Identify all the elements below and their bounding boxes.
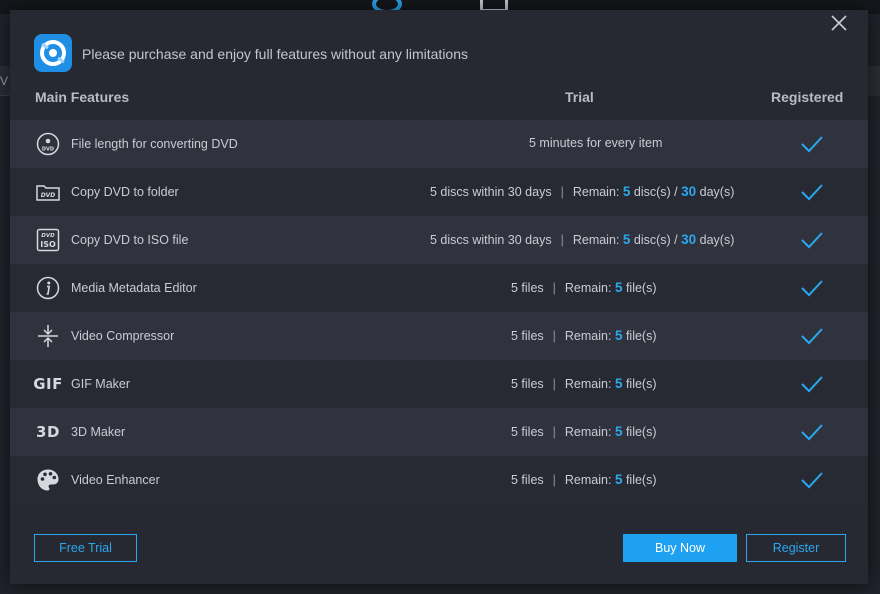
- separator: |: [552, 329, 556, 343]
- remain-label: Remain:: [572, 233, 620, 247]
- remain-label: Remain:: [564, 377, 612, 391]
- svg-text:DVD: DVD: [42, 147, 54, 153]
- column-trial: Trial: [565, 89, 594, 105]
- feature-name: Video Enhancer: [71, 473, 160, 487]
- remain-label: Remain:: [564, 425, 612, 439]
- remain-files-count: 5: [614, 280, 623, 295]
- feature-row: DVD File length for converting DVD 5 minut…: [10, 120, 868, 168]
- compress-icon: [35, 324, 61, 348]
- trial-limit-text: 5 discs within 30 days: [430, 233, 552, 247]
- discs-unit: disc(s) /: [633, 233, 678, 247]
- separator: |: [552, 281, 556, 295]
- files-unit: file(s): [625, 281, 657, 295]
- separator: |: [552, 425, 556, 439]
- remain-label: Remain:: [564, 329, 612, 343]
- remain-files-count: 5: [614, 376, 623, 391]
- feature-row: GIF GIF Maker 5 files | Remain: 5 file(s): [10, 360, 868, 408]
- feature-name: Media Metadata Editor: [71, 281, 197, 295]
- remain-label: Remain:: [564, 281, 612, 295]
- trial-limit-text: 5 files: [511, 377, 544, 391]
- svg-text:ISO: ISO: [40, 240, 56, 249]
- checkmark-icon: [800, 231, 824, 249]
- purchase-dialog: Please purchase and enjoy full features …: [10, 10, 868, 584]
- feature-name: Video Compressor: [71, 329, 175, 343]
- svg-text:DVD: DVD: [41, 192, 56, 199]
- background-left-text: V: [0, 74, 9, 88]
- checkmark-icon: [800, 279, 824, 297]
- checkmark-icon: [800, 375, 824, 393]
- days-unit: day(s): [699, 233, 735, 247]
- remain-label: Remain:: [564, 473, 612, 487]
- files-unit: file(s): [625, 329, 657, 343]
- remain-discs-count: 5: [622, 184, 631, 199]
- background-right-strip: [868, 66, 880, 96]
- dvd-disc-icon: DVD: [35, 132, 61, 156]
- feature-name: Copy DVD to ISO file: [71, 233, 189, 247]
- feature-row: 3D 3D Maker 5 files | Remain: 5 file(s): [10, 408, 868, 456]
- feature-row: Video Compressor 5 files | Remain: 5 file(s…: [10, 312, 868, 360]
- dvd-iso-icon: DVD ISO: [35, 228, 61, 252]
- icon-text: GIF: [33, 375, 63, 393]
- trial-limit-text: 5 discs within 30 days: [430, 185, 552, 199]
- checkmark-icon: [800, 135, 824, 153]
- features-table: DVD File length for converting DVD 5 minut…: [10, 120, 868, 504]
- column-main-features: Main Features: [35, 89, 130, 105]
- gif-icon: GIF: [33, 372, 63, 396]
- purchase-message: Please purchase and enjoy full features …: [82, 46, 468, 62]
- trial-limit-text: 5 files: [511, 329, 544, 343]
- svg-text:DVD: DVD: [41, 233, 55, 239]
- separator: |: [560, 185, 564, 199]
- free-trial-button[interactable]: Free Trial: [34, 534, 137, 562]
- feature-name: GIF Maker: [71, 377, 131, 391]
- 3d-icon: 3D: [35, 420, 61, 444]
- register-button[interactable]: Register: [746, 534, 846, 562]
- buy-now-button[interactable]: Buy Now: [623, 534, 737, 562]
- feature-name: Copy DVD to folder: [71, 185, 179, 199]
- separator: |: [552, 473, 556, 487]
- trial-limit-text: 5 files: [511, 473, 544, 487]
- trial-text: 5 minutes for every item: [529, 136, 663, 150]
- days-unit: day(s): [699, 185, 735, 199]
- palette-icon: [35, 468, 61, 492]
- close-button[interactable]: [828, 12, 850, 34]
- dvd-folder-icon: DVD: [35, 180, 61, 204]
- files-unit: file(s): [625, 473, 657, 487]
- feature-name: 3D Maker: [71, 425, 126, 439]
- trial-limit-text: 5 files: [511, 425, 544, 439]
- icon-text: 3D: [36, 423, 60, 441]
- checkmark-icon: [800, 183, 824, 201]
- checkmark-icon: [800, 471, 824, 489]
- feature-row: Media Metadata Editor 5 files | Remain: 5 f…: [10, 264, 868, 312]
- discs-unit: disc(s) /: [633, 185, 678, 199]
- separator: |: [552, 377, 556, 391]
- remain-files-count: 5: [614, 472, 623, 487]
- checkmark-icon: [800, 327, 824, 345]
- trial-limit-text: 5 files: [511, 281, 544, 295]
- checkmark-icon: [800, 423, 824, 441]
- app-logo-icon: [34, 34, 72, 72]
- info-icon: [35, 276, 61, 300]
- column-registered: Registered: [771, 89, 844, 105]
- files-unit: file(s): [625, 377, 657, 391]
- feature-name: File length for converting DVD: [71, 137, 238, 151]
- remain-discs-count: 5: [622, 232, 631, 247]
- remain-files-count: 5: [614, 328, 623, 343]
- remain-days-count: 30: [681, 184, 697, 199]
- feature-row: Video Enhancer 5 files | Remain: 5 file(s): [10, 456, 868, 504]
- feature-row: DVD Copy DVD to folder 5 discs within 30 d…: [10, 168, 868, 216]
- files-unit: file(s): [625, 425, 657, 439]
- close-icon: [831, 15, 847, 31]
- remain-days-count: 30: [681, 232, 697, 247]
- remain-label: Remain:: [572, 185, 620, 199]
- feature-row: DVD ISO Copy DVD to ISO file 5 discs within…: [10, 216, 868, 264]
- separator: |: [560, 233, 564, 247]
- remain-files-count: 5: [614, 424, 623, 439]
